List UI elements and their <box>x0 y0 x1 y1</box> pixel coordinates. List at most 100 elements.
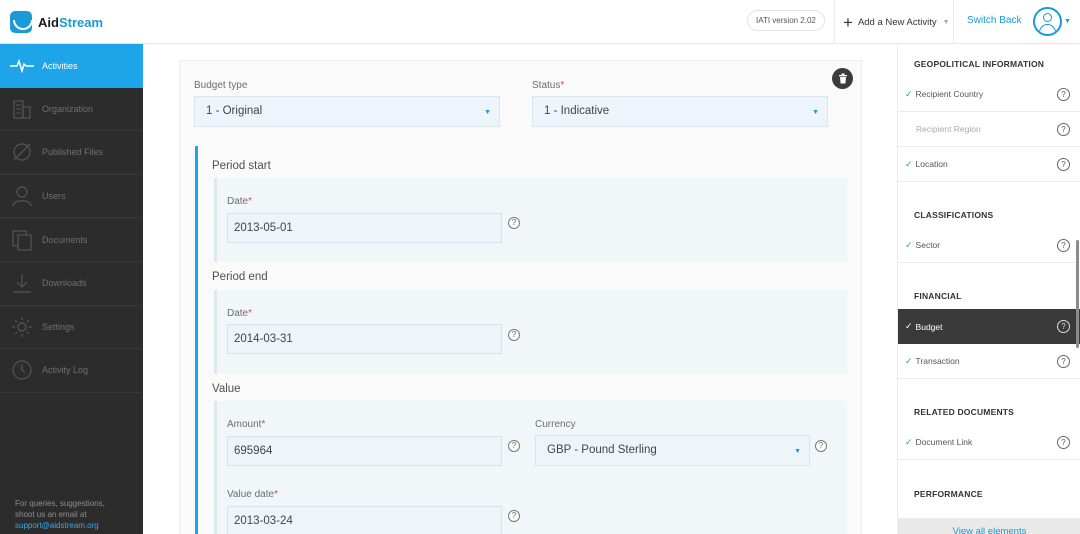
sidebar-item-documents[interactable]: Documents <box>0 218 143 262</box>
currency-label: Currency <box>535 419 576 430</box>
sidebar-item-activities[interactable]: Activities <box>0 44 143 88</box>
currency-value: GBP - Pound Sterling <box>547 444 657 456</box>
currency-select[interactable]: GBP - Pound Sterling ▼ <box>535 435 810 466</box>
trash-icon <box>838 73 847 84</box>
top-header: AidStream IATI version 2.02 + Add a New … <box>0 0 1080 44</box>
value-date-input[interactable]: 2013-03-24 <box>227 506 502 534</box>
support-email-link[interactable]: support@aidstream.org <box>15 520 105 531</box>
chevron-down-icon: ▼ <box>812 109 819 116</box>
check-icon: ✓ <box>905 158 913 169</box>
element-recipient-country[interactable]: ✓ Recipient Country ? <box>898 77 1080 112</box>
iati-version-badge: IATI version 2.02 <box>747 10 825 31</box>
sidebar-item-activity-log[interactable]: Activity Log <box>0 349 143 393</box>
chevron-down-icon: ▼ <box>942 18 950 26</box>
avatar-body-icon <box>1039 24 1056 34</box>
support-note-line: For queries, suggestions, <box>15 499 105 508</box>
avatar-head-icon <box>1043 13 1052 22</box>
activity-pulse-icon <box>10 54 34 78</box>
section-heading-related-documents: RELATED DOCUMENTS <box>914 407 1015 417</box>
sidebar-item-organization[interactable]: Organization <box>0 88 143 132</box>
check-icon: ✓ <box>905 239 913 250</box>
period-start-help-icon[interactable]: ? <box>508 217 520 229</box>
section-heading-financial: FINANCIAL <box>914 291 962 301</box>
download-icon <box>10 271 34 295</box>
check-icon: ✓ <box>905 436 913 447</box>
element-sector[interactable]: ✓ Sector ? <box>898 228 1080 263</box>
element-location[interactable]: ✓ Location ? <box>898 147 1080 182</box>
user-icon <box>10 184 34 208</box>
documents-icon <box>10 228 34 252</box>
switch-back-link[interactable]: Switch Back <box>967 15 1021 26</box>
sidebar-item-label: Activity Log <box>42 365 89 376</box>
period-end-date-input[interactable]: 2014-03-31 <box>227 324 502 354</box>
status-value: 1 - Indicative <box>544 105 610 117</box>
clock-icon <box>10 358 34 382</box>
sidebar-item-users[interactable]: Users <box>0 175 143 219</box>
period-end-title: Period end <box>212 271 268 283</box>
support-note-line: shoot us an email at <box>15 510 87 519</box>
element-document-link[interactable]: ✓ Document Link ? <box>898 425 1080 460</box>
panel-scrollbar[interactable] <box>1076 240 1079 348</box>
add-new-activity-button[interactable]: + Add a New Activity ▼ <box>834 0 954 44</box>
period-end-help-icon[interactable]: ? <box>508 329 520 341</box>
period-start-date-label: Date* <box>227 196 253 207</box>
element-navigation-panel: GEOPOLITICAL INFORMATION ✓ Recipient Coun… <box>897 44 1080 534</box>
sidebar-nav: Activities Organization Published Files … <box>0 44 143 534</box>
help-icon[interactable]: ? <box>1057 123 1070 136</box>
value-date-label: Value date* <box>227 489 278 500</box>
sidebar-item-label: Downloads <box>42 278 87 289</box>
delete-budget-button[interactable] <box>832 68 853 89</box>
check-icon: ✓ <box>905 355 913 366</box>
aidstream-logo[interactable]: AidStream <box>10 11 103 33</box>
element-recipient-region[interactable]: Recipient Region ? <box>898 112 1080 147</box>
sidebar-item-label: Settings <box>42 321 75 332</box>
check-icon: ✓ <box>905 321 913 331</box>
chevron-down-icon: ▼ <box>484 109 491 116</box>
help-icon[interactable]: ? <box>1057 158 1070 171</box>
amount-help-icon[interactable]: ? <box>508 440 520 452</box>
sidebar-item-label: Published Files <box>42 147 104 158</box>
sidebar-item-label: Organization <box>42 103 94 114</box>
check-icon: ✓ <box>905 88 913 99</box>
amount-input[interactable]: 695964 <box>227 436 502 466</box>
help-icon[interactable]: ? <box>1057 355 1070 368</box>
sidebar-item-settings[interactable]: Settings <box>0 306 143 350</box>
aidstream-logo-icon <box>10 11 32 33</box>
help-icon[interactable]: ? <box>1057 436 1070 449</box>
budget-type-select[interactable]: 1 - Original ▼ <box>194 96 500 127</box>
user-avatar[interactable] <box>1033 7 1062 36</box>
period-end-date-label: Date* <box>227 308 253 319</box>
amount-label: Amount* <box>227 419 266 430</box>
currency-help-icon[interactable]: ? <box>815 440 827 452</box>
sidebar-item-label: Users <box>42 191 66 202</box>
section-heading-geopolitical: GEOPOLITICAL INFORMATION <box>914 59 1045 69</box>
help-icon[interactable]: ? <box>1057 320 1070 333</box>
value-date-help-icon[interactable]: ? <box>508 510 520 522</box>
period-start-title: Period start <box>212 160 271 172</box>
help-icon[interactable]: ? <box>1057 239 1070 252</box>
section-accent-bar <box>195 146 198 534</box>
sidebar-item-published-files[interactable]: Published Files <box>0 131 143 175</box>
section-heading-performance: PERFORMANCE <box>914 489 983 499</box>
status-select[interactable]: 1 - Indicative ▼ <box>532 96 828 127</box>
plus-icon: + <box>843 12 853 32</box>
building-icon <box>10 97 34 121</box>
add-new-activity-label: Add a New Activity <box>857 16 937 28</box>
sidebar-item-downloads[interactable]: Downloads <box>0 262 143 306</box>
compass-icon <box>10 140 34 164</box>
status-label: Status* <box>532 80 565 91</box>
period-start-date-input[interactable]: 2013-05-01 <box>227 213 502 243</box>
section-heading-classifications: CLASSIFICATIONS <box>914 210 994 220</box>
chevron-down-icon: ▼ <box>794 448 801 455</box>
value-title: Value <box>212 383 241 395</box>
gear-icon <box>10 315 34 339</box>
element-transaction[interactable]: ✓ Transaction ? <box>898 344 1080 379</box>
sidebar-support-note: For queries, suggestions, shoot us an em… <box>15 498 105 531</box>
avatar-chevron-down-icon[interactable]: ▼ <box>1064 18 1071 25</box>
logo-text: AidStream <box>38 14 104 30</box>
help-icon[interactable]: ? <box>1057 88 1070 101</box>
view-all-elements-button[interactable]: View all elements <box>898 518 1080 534</box>
budget-type-value: 1 - Original <box>206 105 263 117</box>
element-budget[interactable]: ✓ Budget ? <box>898 309 1080 344</box>
main-content: Budget type 1 - Original ▼ Status* 1 - I… <box>143 44 897 534</box>
